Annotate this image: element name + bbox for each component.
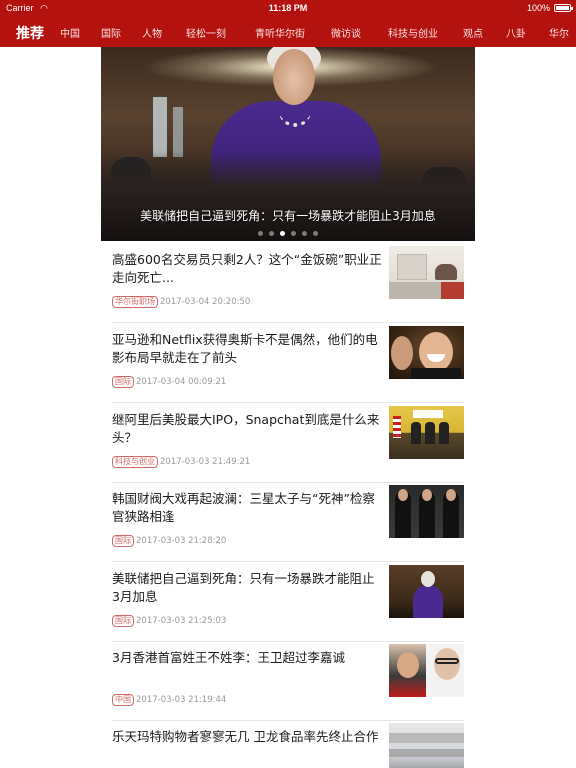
carousel-page-indicator (101, 231, 475, 236)
page-dot[interactable] (302, 231, 307, 236)
battery-icon (554, 4, 573, 12)
tab-tech-startup[interactable]: 科技与创业 (388, 25, 438, 40)
page-dot[interactable] (313, 231, 318, 236)
article-title[interactable]: 亚马逊和Netflix获得奥斯卡不是偶然，他们的电影布局早就走在了前头 (112, 331, 382, 367)
thumb-shape (441, 282, 464, 299)
tab-interviews[interactable]: 微访谈 (331, 25, 361, 40)
tab-international[interactable]: 国际 (101, 25, 121, 40)
thumb-shape (389, 749, 464, 757)
article-thumbnail[interactable] (389, 246, 464, 299)
thumb-shape (413, 410, 443, 418)
category-tag: 科技与创业 (112, 456, 158, 468)
article-time: 2017-03-03 21:25:03 (136, 616, 227, 626)
thumb-shape (397, 652, 419, 678)
article-title[interactable]: 乐天玛特购物者寥寥无几 卫龙食品率先终止合作 (112, 728, 382, 746)
page-dot[interactable] (269, 231, 274, 236)
article-time: 2017-03-03 21:28:20 (136, 536, 227, 546)
article-time: 2017-03-04 20:20:50 (160, 297, 251, 307)
hero-carousel[interactable]: 美联储把自己逼到死角：只有一场暴跌才能阻止3月加息 (101, 47, 475, 241)
thumb-shape (397, 254, 427, 280)
tab-wallstreet[interactable]: 华尔 (549, 25, 569, 40)
article-meta: 华尔街职场 2017-03-04 20:20:50 (112, 296, 250, 308)
tab-relax[interactable]: 轻松一刻 (186, 25, 226, 40)
hero-window (153, 97, 167, 157)
tab-recommend[interactable]: 推荐 (16, 23, 44, 43)
article-time: 2017-03-03 21:49:21 (160, 457, 251, 467)
hero-subject-face (273, 49, 315, 105)
thumb-shape (434, 648, 460, 680)
flag-icon (393, 416, 401, 438)
page-dot[interactable] (258, 231, 263, 236)
article-title[interactable]: 3月香港首富姓王不姓李：王卫超过李嘉诚 (112, 649, 382, 667)
thumb-shape (411, 368, 461, 379)
tab-opinion[interactable]: 观点 (463, 25, 483, 40)
article-thumbnail[interactable] (389, 723, 464, 768)
article-item[interactable]: 亚马逊和Netflix获得奥斯卡不是偶然，他们的电影布局早就走在了前头 国际 20… (112, 323, 464, 403)
article-time: 2017-03-04 00:09:21 (136, 377, 227, 387)
thumb-shape (435, 264, 457, 280)
article-meta: 中国 2017-03-03 21:19:44 (112, 694, 226, 706)
thumb-shape (446, 489, 456, 501)
thumb-shape (389, 733, 464, 743)
tab-gossip[interactable]: 八卦 (506, 25, 526, 40)
category-nav: 推荐 中国 国际 人物 轻松一刻 青听华尔街 微访谈 科技与创业 观点 八卦 华… (0, 17, 576, 47)
page-dot[interactable] (291, 231, 296, 236)
article-item[interactable]: 乐天玛特购物者寥寥无几 卫龙食品率先终止合作 (112, 720, 464, 768)
tab-china[interactable]: 中国 (60, 25, 80, 40)
clock: 11:18 PM (268, 3, 308, 13)
article-item[interactable]: 3月香港首富姓王不姓李：王卫超过李嘉诚 中国 2017-03-03 21:19:4… (112, 641, 464, 721)
article-meta: 国际 2017-03-04 00:09:21 (112, 376, 226, 388)
article-meta: 国际 2017-03-03 21:25:03 (112, 615, 226, 627)
thumb-shape (439, 422, 449, 444)
article-item[interactable]: 美联储把自己逼到死角：只有一场暴跌才能阻止3月加息 国际 2017-03-03 2… (112, 562, 464, 642)
page-dot-active[interactable] (280, 231, 285, 236)
thumb-shape (413, 585, 443, 618)
article-meta: 科技与创业 2017-03-03 21:49:21 (112, 456, 250, 468)
category-tag: 华尔街职场 (112, 296, 158, 308)
article-item[interactable]: 韩国财阀大戏再起波澜：三星太子与“死神”检察官狭路相逢 国际 2017-03-03… (112, 482, 464, 562)
battery-percent: 100% (526, 3, 550, 13)
article-thumbnail[interactable] (389, 485, 464, 538)
article-item[interactable]: 继阿里后美股最大IPO，Snapchat到底是什么来头？ 科技与创业 2017-0… (112, 403, 464, 483)
thumb-shape (422, 489, 432, 501)
thumb-shape (419, 332, 453, 372)
thumb-shape (398, 489, 408, 501)
thumb-shape (421, 571, 435, 587)
article-title[interactable]: 美联储把自己逼到死角：只有一场暴跌才能阻止3月加息 (112, 570, 382, 606)
hero-crowd (101, 151, 475, 241)
hero-caption[interactable]: 美联储把自己逼到死角：只有一场暴跌才能阻止3月加息 (101, 207, 475, 224)
article-thumbnail[interactable] (389, 406, 464, 459)
thumb-shape (391, 336, 413, 370)
category-tag: 中国 (112, 694, 134, 706)
tab-wallstreet-audio[interactable]: 青听华尔街 (255, 25, 305, 40)
article-title[interactable]: 韩国财阀大戏再起波澜：三星太子与“死神”检察官狭路相逢 (112, 490, 382, 526)
article-item[interactable]: 高盛600名交易员只剩2人？这个“金饭碗”职业正走向死亡... 华尔街职场 201… (112, 243, 464, 323)
status-bar: Carrier ◠ 11:18 PM 100% (0, 0, 576, 17)
article-thumbnail[interactable] (389, 565, 464, 618)
article-thumbnail[interactable] (389, 644, 464, 697)
category-tag: 国际 (112, 615, 134, 627)
hero-window (173, 107, 183, 157)
article-thumbnail[interactable] (389, 326, 464, 379)
article-time: 2017-03-03 21:19:44 (136, 695, 227, 705)
thumb-shape (411, 422, 421, 444)
article-meta: 国际 2017-03-03 21:28:20 (112, 535, 226, 547)
article-title[interactable]: 高盛600名交易员只剩2人？这个“金饭碗”职业正走向死亡... (112, 251, 382, 287)
article-title[interactable]: 继阿里后美股最大IPO，Snapchat到底是什么来头？ (112, 411, 382, 447)
thumb-shape (425, 422, 435, 444)
tab-people[interactable]: 人物 (142, 25, 162, 40)
glasses-icon (435, 658, 459, 664)
category-tag: 国际 (112, 535, 134, 547)
category-tag: 国际 (112, 376, 134, 388)
